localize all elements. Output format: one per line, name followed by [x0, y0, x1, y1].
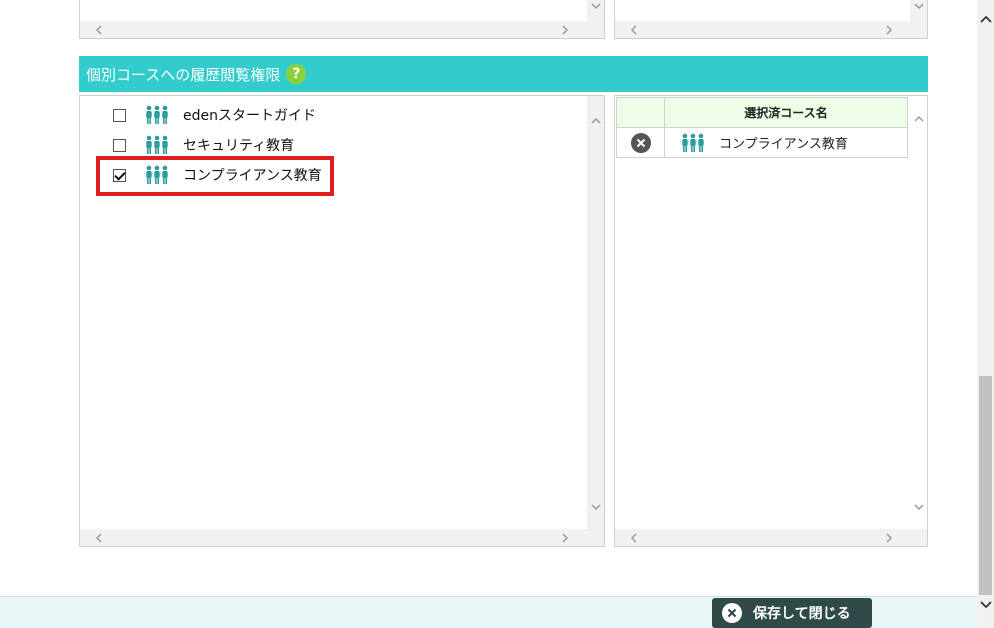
table-header-course-name: 選択済コース名 — [664, 97, 908, 128]
save-and-close-label: 保存して閉じる — [753, 606, 851, 622]
table-header-action — [616, 97, 665, 128]
course-list-vscrollbar[interactable] — [587, 96, 604, 529]
course-checkbox[interactable] — [113, 108, 126, 122]
course-label: コンプライアンス教育 — [719, 137, 848, 152]
save-and-close-button[interactable]: 保存して閉じる — [712, 598, 872, 628]
scroll-down-icon[interactable] — [910, 498, 927, 515]
course-list-hscrollbar[interactable] — [80, 529, 604, 546]
highlight-box — [96, 156, 334, 196]
scroll-left-icon[interactable] — [625, 529, 642, 546]
course-label: セキュリティ教育 — [183, 138, 295, 154]
scroll-left-icon[interactable] — [90, 21, 107, 38]
section-header: 個別コースへの履歴閲覧権限 ? — [79, 56, 928, 92]
remove-circle-icon[interactable] — [630, 132, 651, 153]
upper-right-hscrollbar[interactable] — [615, 21, 927, 38]
scroll-right-icon[interactable] — [556, 21, 573, 38]
course-name-cell: コンプライアンス教育 — [664, 127, 908, 158]
scroll-left-icon[interactable] — [625, 21, 642, 38]
upper-left-panel — [79, 0, 605, 39]
table-row: コンプライアンス教育 — [616, 127, 908, 158]
selected-courses-table: 選択済コース名 コンプライアンス教育 — [616, 97, 908, 158]
scroll-right-icon[interactable] — [556, 529, 573, 546]
upper-right-vscrollbar[interactable] — [910, 0, 927, 23]
people-group-icon — [145, 135, 169, 155]
help-icon[interactable]: ? — [286, 64, 307, 84]
scroll-up-icon[interactable] — [587, 112, 604, 129]
scroll-down-icon[interactable] — [977, 596, 994, 613]
course-label: edenスタートガイド — [183, 108, 316, 124]
section-title: 個別コースへの履歴閲覧権限 — [86, 65, 281, 84]
people-group-icon — [681, 133, 705, 153]
scroll-up-icon[interactable] — [977, 10, 994, 27]
scroll-right-icon[interactable] — [880, 529, 897, 546]
upper-left-vscrollbar[interactable] — [587, 0, 604, 23]
scroll-right-icon[interactable] — [880, 21, 897, 38]
selected-courses-panel: 選択済コース名 コンプライアンス教育 — [614, 95, 928, 547]
scroll-down-icon[interactable] — [587, 498, 604, 515]
help-label: ? — [292, 66, 301, 82]
page-scroll-thumb[interactable] — [979, 376, 992, 595]
selected-hscrollbar[interactable] — [615, 529, 927, 546]
remove-cell — [616, 127, 665, 158]
selected-vscrollbar[interactable] — [910, 96, 927, 529]
course-item-eden-start-guide[interactable]: edenスタートガイド — [80, 100, 316, 130]
upper-left-hscrollbar[interactable] — [80, 21, 604, 38]
scroll-down-icon[interactable] — [910, 0, 927, 14]
upper-right-panel — [614, 0, 928, 39]
course-checkbox[interactable] — [113, 138, 126, 152]
scroll-down-icon[interactable] — [587, 0, 604, 14]
scroll-left-icon[interactable] — [90, 529, 107, 546]
people-group-icon — [145, 105, 169, 125]
scroll-up-icon[interactable] — [910, 110, 927, 127]
table-header-row: 選択済コース名 — [616, 97, 908, 128]
close-icon — [722, 603, 742, 623]
